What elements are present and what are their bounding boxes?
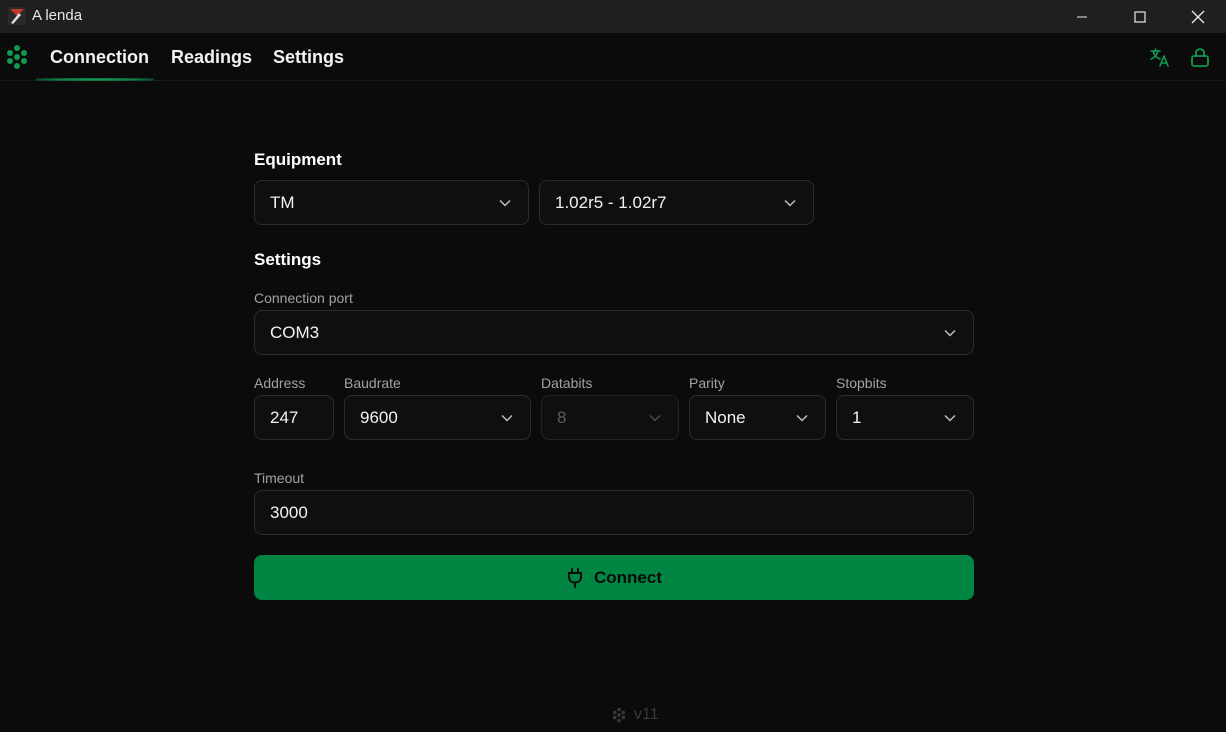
chevron-down-icon: [784, 199, 796, 207]
address-label: Address: [254, 375, 306, 391]
connection-port-select[interactable]: COM3: [254, 310, 974, 355]
parity-select[interactable]: None: [689, 395, 826, 440]
databits-label: Databits: [541, 375, 593, 391]
connect-button[interactable]: Connect: [254, 555, 974, 600]
minimize-button[interactable]: [1052, 0, 1112, 33]
connect-button-label: Connect: [594, 567, 662, 587]
active-tab-indicator: [36, 78, 154, 81]
plug-icon: [568, 567, 582, 588]
equipment-section-title: Equipment: [254, 150, 342, 169]
parity-value: None: [705, 407, 746, 427]
chevron-down-icon: [649, 414, 661, 422]
address-value: 247: [270, 407, 299, 427]
window-titlebar: A lenda: [0, 0, 1226, 33]
timeout-value: 3000: [270, 502, 308, 522]
databits-value: 8: [557, 407, 567, 427]
timeout-input[interactable]: 3000: [254, 490, 974, 535]
settings-section-title: Settings: [254, 250, 322, 269]
app-version: v11: [612, 706, 659, 724]
app-logo-icon: [7, 45, 27, 69]
parity-label: Parity: [689, 375, 725, 391]
maximize-icon: [1134, 10, 1146, 23]
top-navbar: Connection Readings Settings: [0, 33, 1226, 81]
timeout-label: Timeout: [254, 470, 305, 486]
chevron-down-icon: [944, 414, 956, 422]
connection-port-label: Connection port: [254, 290, 353, 306]
close-icon: [1191, 10, 1205, 23]
chevron-down-icon: [501, 414, 513, 422]
maximize-button[interactable]: [1110, 0, 1170, 33]
firmware-version-select[interactable]: 1.02r5 - 1.02r7: [539, 180, 814, 225]
stopbits-value: 1: [852, 407, 862, 427]
equipment-model-select[interactable]: TM: [254, 180, 529, 225]
baudrate-select[interactable]: 9600: [344, 395, 531, 440]
chevron-down-icon: [796, 414, 808, 422]
stopbits-select[interactable]: 1: [836, 395, 974, 440]
window-title: A lenda: [32, 7, 83, 24]
app-logo-small-icon: [612, 707, 626, 723]
databits-select: 8: [541, 395, 679, 440]
baudrate-label: Baudrate: [344, 375, 401, 391]
firmware-version-value: 1.02r5 - 1.02r7: [555, 192, 667, 212]
lock-icon[interactable]: [1189, 46, 1211, 68]
stopbits-label: Stopbits: [836, 375, 887, 391]
translate-icon[interactable]: [1149, 46, 1171, 68]
app-icon: [8, 7, 26, 25]
address-input[interactable]: 247: [254, 395, 334, 440]
chevron-down-icon: [944, 329, 956, 337]
baudrate-value: 9600: [360, 407, 398, 427]
minimize-icon: [1077, 16, 1087, 17]
tab-connection[interactable]: Connection: [50, 47, 149, 68]
version-text: v11: [634, 706, 659, 723]
chevron-down-icon: [499, 199, 511, 207]
tab-readings[interactable]: Readings: [171, 47, 252, 68]
close-window-button[interactable]: [1168, 0, 1226, 33]
tab-settings[interactable]: Settings: [273, 47, 344, 68]
connection-port-value: COM3: [270, 322, 320, 342]
equipment-model-value: TM: [270, 192, 295, 212]
